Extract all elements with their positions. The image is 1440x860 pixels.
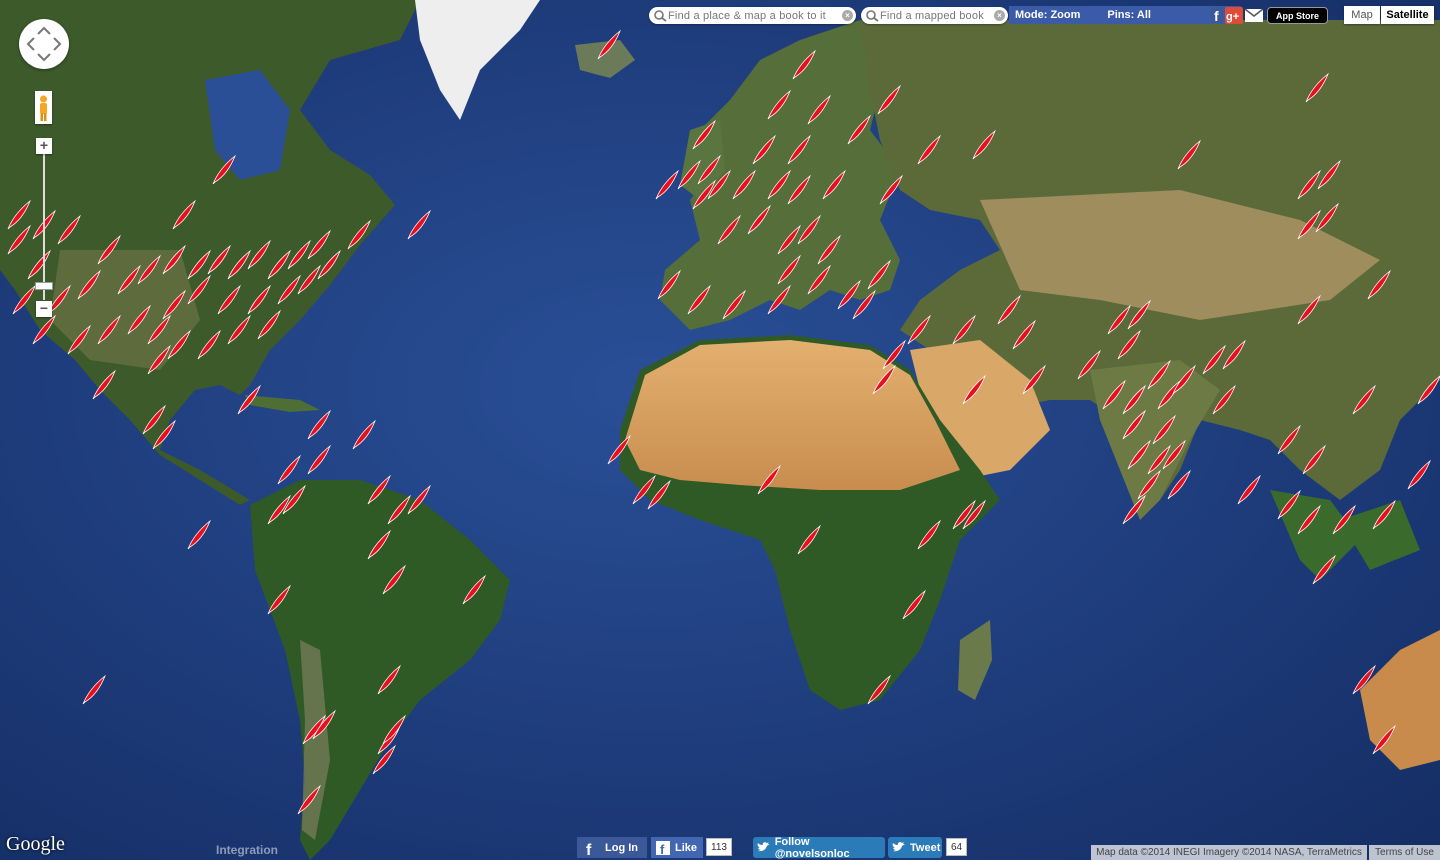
zoom-slider-handle[interactable]: [35, 282, 53, 290]
svg-text:f: f: [660, 842, 665, 855]
pan-control[interactable]: [19, 19, 69, 69]
search-icon: [866, 9, 879, 22]
facebook-login-button[interactable]: f Log In: [577, 837, 647, 858]
clear-icon[interactable]: ×: [994, 10, 1005, 21]
facebook-share-icon[interactable]: f: [1210, 6, 1224, 24]
tweet-count: 64: [946, 838, 967, 856]
pan-right-arrow-icon: [53, 37, 62, 51]
satellite-map[interactable]: [0, 0, 1440, 860]
integration-text: Integration: [216, 843, 278, 857]
place-search-placeholder: Find a place & map a book to it: [668, 9, 826, 22]
pan-left-arrow-icon: [26, 37, 35, 51]
app-store-badge[interactable]: App Store: [1267, 7, 1328, 24]
follow-label: Follow @novelsonloc: [774, 835, 850, 860]
facebook-like-button[interactable]: f Like: [651, 837, 703, 858]
pins-toggle[interactable]: Pins: All: [1107, 9, 1151, 21]
street-view-pegman-icon[interactable]: [35, 91, 52, 124]
tweet-label: Tweet: [910, 841, 941, 854]
google-plus-share-icon[interactable]: g+: [1225, 6, 1243, 24]
map-type-satellite-button[interactable]: Satellite: [1381, 6, 1434, 24]
tweet-button[interactable]: Tweet: [888, 837, 942, 858]
map-data-attribution: Map data ©2014 INEGI Imagery ©2014 NASA,…: [1091, 845, 1367, 860]
svg-text:g+: g+: [1226, 11, 1239, 23]
zoom-in-button[interactable]: +: [36, 138, 52, 154]
place-search-input[interactable]: Find a place & map a book to it ×: [649, 7, 856, 24]
mode-toolbar: Mode: Zoom Pins: All: [1009, 6, 1241, 24]
like-count: 113: [706, 838, 732, 856]
login-label: Log In: [605, 841, 638, 854]
twitter-follow-button[interactable]: Follow @novelsonloc: [753, 835, 885, 860]
twitter-bird-icon: [757, 841, 770, 851]
svg-text:f: f: [1214, 8, 1219, 23]
map-type-map-button[interactable]: Map: [1344, 6, 1380, 24]
facebook-icon: f: [581, 838, 599, 857]
book-search-placeholder: Find a mapped book: [880, 9, 984, 22]
book-search-input[interactable]: Find a mapped book ×: [861, 7, 1008, 24]
pan-down-arrow-icon: [37, 53, 51, 62]
terms-of-use-link[interactable]: Terms of Use: [1369, 845, 1440, 860]
like-label: Like: [675, 841, 698, 854]
facebook-icon: f: [656, 840, 670, 855]
mode-toggle[interactable]: Mode: Zoom: [1015, 9, 1080, 21]
zoom-slider-track[interactable]: [43, 152, 45, 300]
pan-up-arrow-icon: [37, 26, 51, 35]
twitter-bird-icon: [892, 841, 905, 851]
zoom-out-button[interactable]: −: [36, 301, 52, 317]
search-icon: [654, 9, 667, 22]
google-logo: Google: [6, 833, 65, 855]
email-share-icon[interactable]: [1244, 6, 1263, 24]
clear-icon[interactable]: ×: [842, 10, 853, 21]
svg-text:f: f: [586, 842, 592, 857]
